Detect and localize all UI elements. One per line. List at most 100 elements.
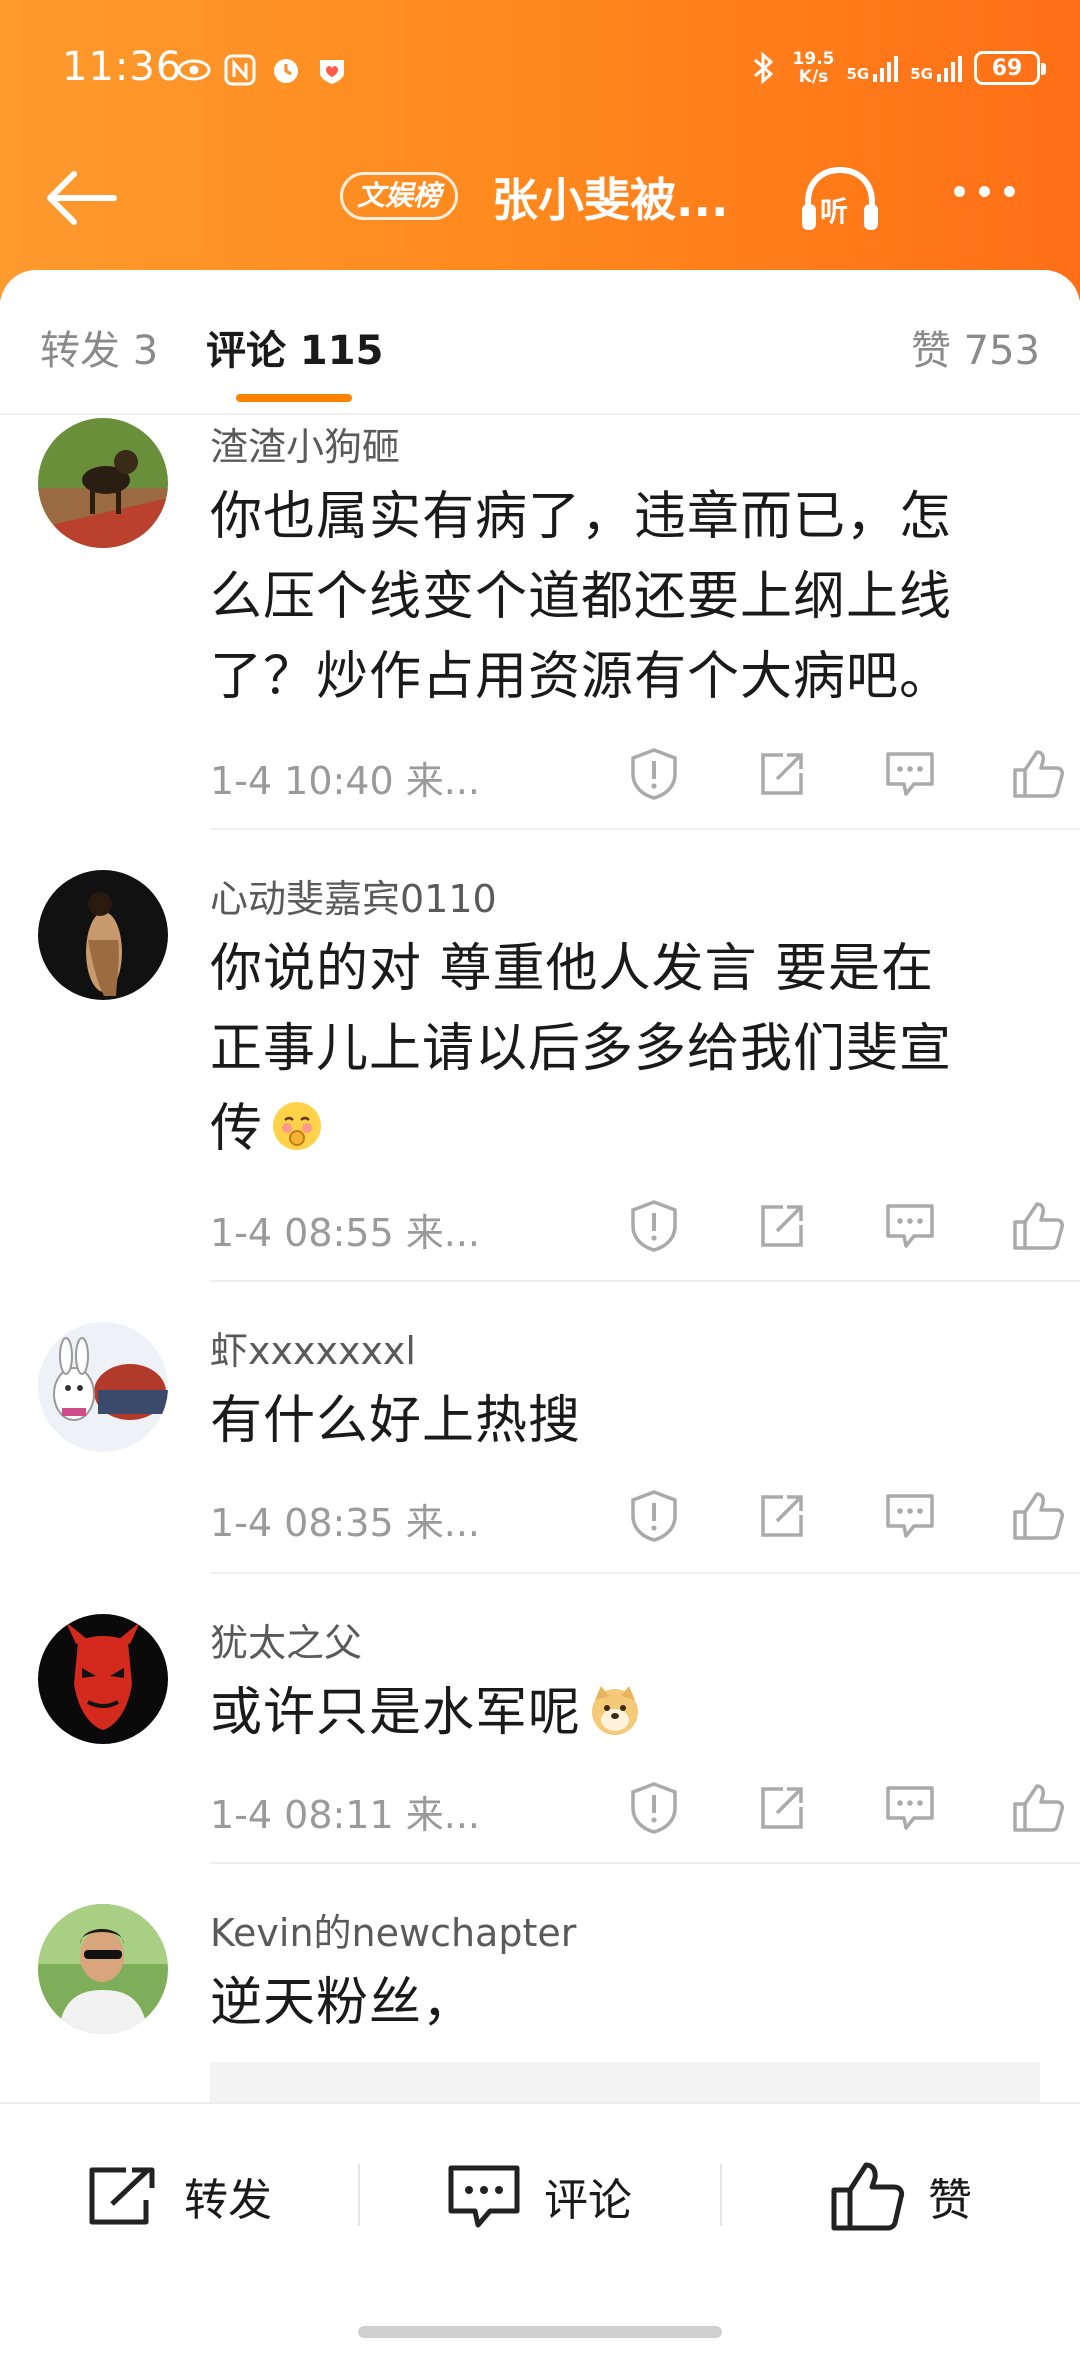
- battery-indicator: 69: [974, 51, 1046, 85]
- comment-icon: [886, 1204, 934, 1248]
- thumbs-up-icon: [831, 2162, 905, 2231]
- comment-username[interactable]: 心动斐嘉宾0110: [210, 868, 497, 923]
- tab-repost[interactable]: 转发 3: [40, 318, 158, 376]
- share-button[interactable]: [718, 1196, 846, 1256]
- dot-icon: [979, 186, 990, 197]
- comment-timestamp: 1-4 08:11 来...: [210, 1793, 480, 1837]
- bottom-like-label: 赞: [928, 2175, 972, 2226]
- report-button[interactable]: [590, 1196, 718, 1256]
- reply-button[interactable]: [846, 744, 974, 804]
- report-button[interactable]: [590, 1778, 718, 1838]
- bottom-action-bar: 转发 评论 赞: [0, 2102, 1080, 2362]
- avatar[interactable]: [38, 418, 168, 548]
- share-button[interactable]: [718, 1486, 846, 1546]
- reply-button[interactable]: [846, 1778, 974, 1838]
- signal-bars-icon: [873, 56, 899, 82]
- comment-timestamp: 1-4 08:35 来...: [210, 1501, 480, 1545]
- status-right-icons: 19.5 K/s 5G 5G 69: [745, 49, 1046, 87]
- signal-1: 5G: [847, 54, 899, 82]
- bottom-like-button[interactable]: 赞: [830, 2156, 972, 2236]
- dot-icon: [954, 186, 965, 197]
- comment-timestamp: 1-4 10:40 来...: [210, 759, 480, 803]
- share-icon: [89, 2167, 155, 2225]
- thumbs-up-icon: [1013, 1202, 1064, 1250]
- comment-icon: [886, 752, 934, 796]
- divider: [210, 1280, 1080, 1282]
- share-icon: [761, 1787, 803, 1829]
- comment-username[interactable]: 渣渣小狗砸: [210, 416, 400, 471]
- reply-button[interactable]: [846, 1486, 974, 1546]
- avatar[interactable]: [38, 1614, 168, 1744]
- app-notification-icon: [314, 52, 350, 88]
- share-button[interactable]: [718, 744, 846, 804]
- comment-actions: [590, 1778, 1080, 1838]
- comment-actions: [590, 1196, 1080, 1256]
- thumbs-up-icon: [1013, 1784, 1064, 1832]
- comment-username[interactable]: 犹太之父: [210, 1612, 362, 1667]
- bottom-comment-label: 评论: [544, 2175, 632, 2226]
- comment-username[interactable]: Kevin的newchapter: [210, 1902, 576, 1957]
- reply-button[interactable]: [846, 1196, 974, 1256]
- bottom-comment-button[interactable]: 评论: [446, 2156, 632, 2236]
- signal-2: 5G: [910, 54, 962, 82]
- avatar[interactable]: [38, 1904, 168, 2034]
- ranking-badge[interactable]: 文娱榜: [340, 172, 459, 220]
- comment-timestamp: 1-4 08:55 来...: [210, 1211, 480, 1255]
- avatar[interactable]: [38, 870, 168, 1000]
- divider: [210, 1862, 1080, 1864]
- comment-text: 有什么好上热搜: [210, 1391, 582, 1451]
- signal-bars-icon: [937, 56, 962, 82]
- like-button[interactable]: [974, 1486, 1080, 1546]
- bluetooth-icon: [745, 50, 781, 86]
- back-button[interactable]: [42, 158, 122, 238]
- like-button[interactable]: [974, 744, 1080, 804]
- listen-label: 听: [820, 195, 849, 228]
- like-button[interactable]: [974, 1196, 1080, 1256]
- report-button[interactable]: [590, 744, 718, 804]
- comment-username[interactable]: 虾xxxxxxxl: [210, 1320, 416, 1375]
- divider: [210, 1572, 1080, 1574]
- comment-icon: [886, 1786, 934, 1830]
- divider: [210, 828, 1080, 830]
- more-options-button[interactable]: [954, 186, 1015, 197]
- eye-icon: [176, 52, 212, 88]
- listen-button[interactable]: 听: [798, 160, 882, 240]
- report-button[interactable]: [590, 1486, 718, 1546]
- thumbs-up-icon: [1013, 1492, 1064, 1540]
- tab-comment[interactable]: 评论 115: [206, 318, 383, 376]
- bottom-repost-button[interactable]: 转发: [86, 2156, 272, 2236]
- report-icon: [631, 1200, 677, 1252]
- comment-text: 逆天粉丝，: [210, 1973, 476, 2033]
- comment-text: 或许只是水军呢: [210, 1673, 1050, 1753]
- tab-like[interactable]: 赞 753: [911, 318, 1040, 376]
- comment-text: 你也属实有病了，违章而已，怎 么压个线变个道都还要上纲上线 了？炒作占用资源有个…: [210, 487, 953, 707]
- active-tab-indicator: [236, 394, 352, 402]
- dot-icon: [1004, 186, 1015, 197]
- nfc-icon: [222, 52, 258, 88]
- separator: [720, 2164, 722, 2226]
- comment-icon: [886, 1494, 934, 1538]
- like-button[interactable]: [974, 1778, 1080, 1838]
- comment-actions: [590, 744, 1080, 804]
- comment-text: 你说的对 尊重他人发言 要是在 正事儿上请以后多多给我们斐宣 传: [210, 939, 953, 1159]
- network-speed: 19.5 K/s: [792, 49, 835, 87]
- status-bar: 11:36 19.5 K/s 5G 5G 69: [0, 0, 1080, 140]
- tab-bar: 转发 3 评论 115 赞 753: [0, 270, 1080, 415]
- arrow-left-icon: [47, 171, 117, 225]
- page-title: 张小斐被...: [492, 173, 729, 227]
- alarm-icon: [268, 52, 304, 88]
- doge-emoji-icon: [587, 1681, 643, 1737]
- report-icon: [631, 748, 677, 800]
- shy-emoji-icon: [269, 1097, 325, 1153]
- status-left-icons: [176, 52, 350, 88]
- navigation-bar: 文娱榜 张小斐被... 听: [0, 140, 1080, 260]
- report-icon: [631, 1782, 677, 1834]
- share-icon: [761, 753, 803, 795]
- avatar[interactable]: [38, 1322, 168, 1452]
- report-icon: [631, 1490, 677, 1542]
- home-indicator[interactable]: [358, 2326, 722, 2338]
- share-button[interactable]: [718, 1778, 846, 1838]
- comment-actions: [590, 1486, 1080, 1546]
- share-icon: [761, 1205, 803, 1247]
- comment-icon: [448, 2165, 520, 2228]
